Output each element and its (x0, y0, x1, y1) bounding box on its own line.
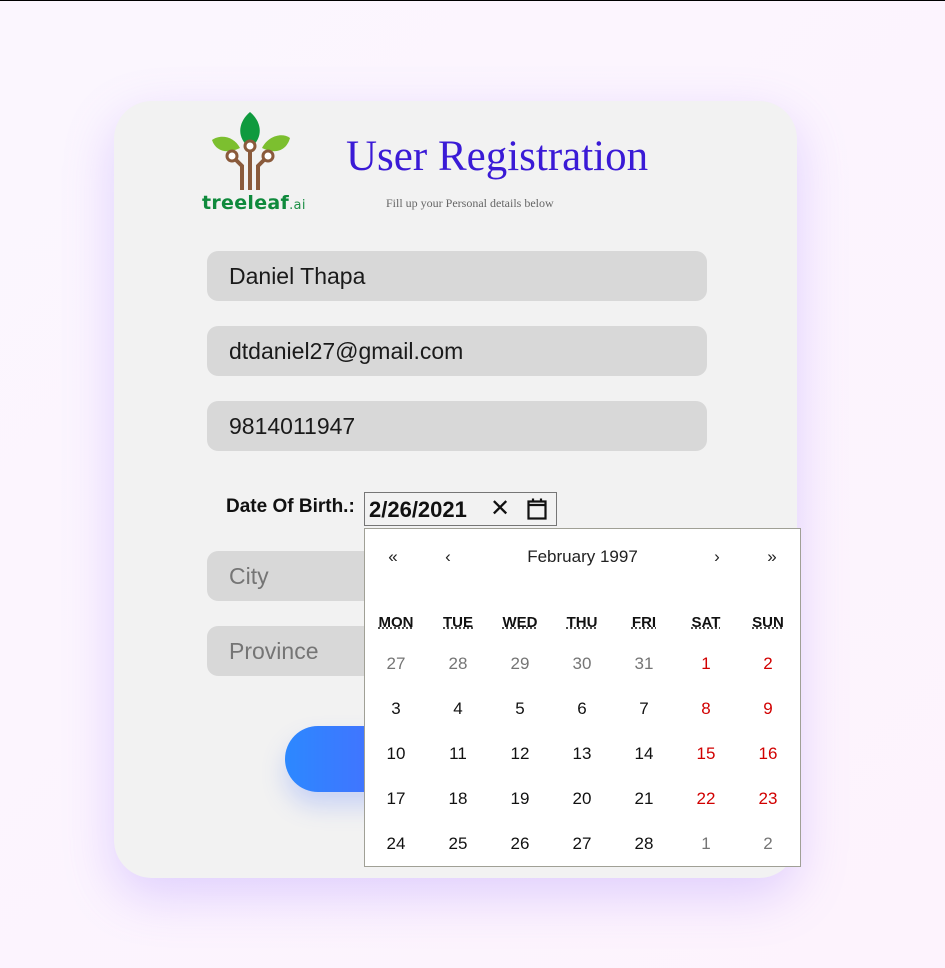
calendar-day[interactable]: 12 (489, 731, 551, 776)
weekday-mon: MON (378, 614, 414, 631)
next-month-button[interactable]: › (697, 545, 737, 569)
calendar-day[interactable]: 18 (427, 776, 489, 821)
calendar-day[interactable]: 10 (365, 731, 427, 776)
next-year-button[interactable]: » (752, 545, 792, 569)
calendar-day[interactable]: 22 (675, 776, 737, 821)
calendar-day[interactable]: 7 (613, 686, 675, 731)
calendar-day[interactable]: 27 (551, 821, 613, 866)
calendar-day[interactable]: 26 (489, 821, 551, 866)
calendar-day[interactable]: 2 (737, 641, 799, 686)
calendar-day[interactable]: 21 (613, 776, 675, 821)
dob-label: Date Of Birth.: (226, 496, 355, 517)
calendar-day[interactable]: 25 (427, 821, 489, 866)
calendar-icon[interactable] (527, 498, 547, 520)
calendar-day[interactable]: 11 (427, 731, 489, 776)
calendar-day[interactable]: 28 (613, 821, 675, 866)
name-field[interactable] (207, 251, 707, 301)
prev-month-button[interactable]: ‹ (428, 545, 468, 569)
logo-wordmark: treeleaf.ai (202, 192, 306, 214)
calendar-day[interactable]: 5 (489, 686, 551, 731)
calendar-day[interactable]: 16 (737, 731, 799, 776)
calendar-day[interactable]: 19 (489, 776, 551, 821)
month-year-label[interactable]: February 1997 (490, 545, 675, 569)
dob-date-input[interactable]: 2/26/2021 ✕ (364, 492, 557, 526)
page-subtitle: Fill up your Personal details below (386, 196, 554, 210)
calendar-day[interactable]: 13 (551, 731, 613, 776)
calendar-day[interactable]: 6 (551, 686, 613, 731)
weekday-tue: TUE (443, 614, 473, 631)
calendar-day[interactable]: 27 (365, 641, 427, 686)
calendar-day[interactable]: 15 (675, 731, 737, 776)
calendar-day[interactable]: 8 (675, 686, 737, 731)
logo-suffix: .ai (289, 198, 306, 213)
calendar-popup: « ‹ February 1997 › » MON TUE WED THU FR… (364, 528, 801, 867)
top-border (0, 0, 945, 1)
page-title: User Registration (346, 133, 649, 180)
dob-value[interactable]: 2/26/2021 (369, 495, 467, 525)
calendar-day[interactable]: 24 (365, 821, 427, 866)
clear-icon[interactable]: ✕ (489, 496, 511, 522)
email-field[interactable] (207, 326, 707, 376)
calendar-day[interactable]: 28 (427, 641, 489, 686)
weekday-header: MON TUE WED THU FRI SAT SUN (365, 613, 802, 633)
weekday-thu: THU (566, 614, 598, 631)
logo-name: treeleaf (202, 192, 290, 214)
prev-year-button[interactable]: « (373, 545, 413, 569)
calendar-day[interactable]: 29 (489, 641, 551, 686)
calendar-day[interactable]: 3 (365, 686, 427, 731)
calendar-day[interactable]: 23 (737, 776, 799, 821)
calendar-day[interactable]: 17 (365, 776, 427, 821)
calendar-day[interactable]: 2 (737, 821, 799, 866)
calendar-day[interactable]: 4 (427, 686, 489, 731)
weekday-sun: SUN (752, 614, 784, 631)
calendar-day[interactable]: 20 (551, 776, 613, 821)
calendar-day[interactable]: 9 (737, 686, 799, 731)
calendar-day[interactable]: 31 (613, 641, 675, 686)
calendar-day[interactable]: 1 (675, 641, 737, 686)
phone-field[interactable] (207, 401, 707, 451)
weekday-wed: WED (502, 614, 538, 631)
calendar-day[interactable]: 14 (613, 731, 675, 776)
weekday-sat: SAT (691, 614, 721, 631)
calendar-day[interactable]: 1 (675, 821, 737, 866)
weekday-fri: FRI (631, 614, 657, 631)
calendar-day[interactable]: 30 (551, 641, 613, 686)
